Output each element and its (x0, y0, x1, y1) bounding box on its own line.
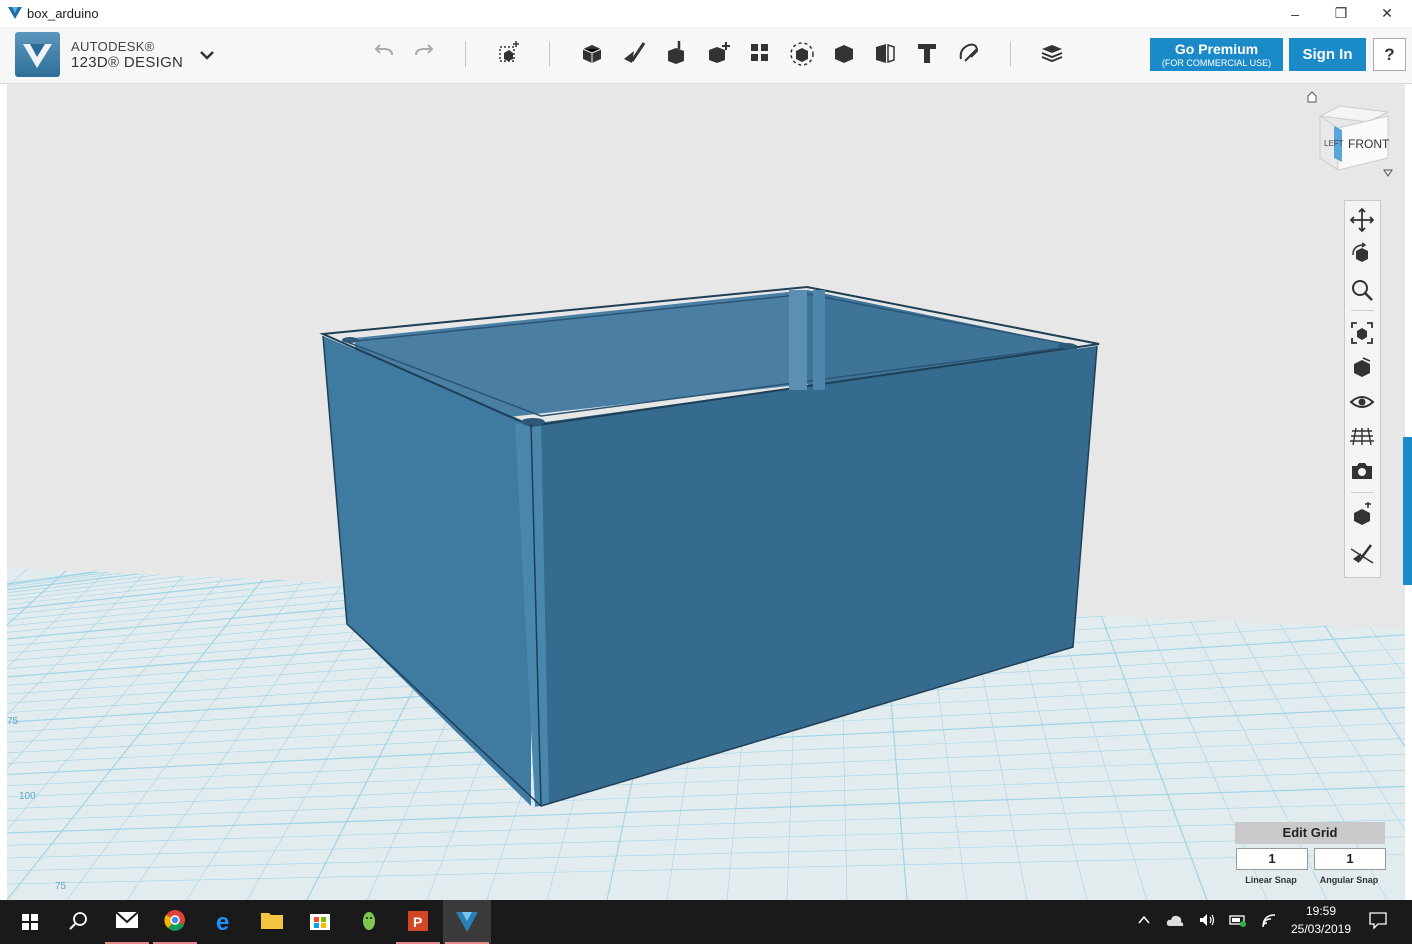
powerpoint-app[interactable]: P (394, 900, 442, 944)
cloud-icon[interactable] (1165, 912, 1185, 930)
window-title: box_arduino (27, 6, 99, 21)
windows-taskbar: e P 19:59 25/03/2019 (0, 900, 1412, 944)
title-bar: box_arduino – ❐ ✕ (0, 0, 1412, 27)
viewcube-front-label: FRONT (1348, 137, 1390, 151)
restore-button[interactable]: ❐ (1318, 0, 1364, 27)
grid-axis-label: 75 (7, 716, 19, 727)
material-toggle-icon[interactable] (1349, 501, 1375, 527)
go-premium-button[interactable]: Go Premium (FOR COMMERCIAL USE) (1150, 38, 1283, 71)
grid-axis-label: 100 (19, 791, 36, 802)
notification-icon[interactable] (1368, 910, 1388, 930)
new-primitive-icon[interactable] (495, 39, 523, 67)
clock-date[interactable]: 25/03/2019 (1288, 922, 1354, 936)
linear-snap-label: Linear Snap (1245, 875, 1297, 885)
volume-icon[interactable] (1197, 911, 1217, 929)
svg-text:P: P (413, 914, 422, 930)
battery-icon[interactable] (1228, 912, 1248, 928)
logo-icon (23, 44, 52, 68)
chrome-icon (164, 910, 185, 931)
modify-icon[interactable] (704, 39, 732, 67)
close-button[interactable]: ✕ (1364, 0, 1410, 27)
123d-design-icon (456, 912, 478, 932)
chevron-up-icon[interactable] (1136, 912, 1152, 928)
sign-in-button[interactable]: Sign In (1289, 38, 1366, 71)
toolbar-divider (1010, 41, 1011, 67)
primitives-icon[interactable] (578, 39, 606, 67)
angular-snap-input[interactable]: 1 (1314, 848, 1386, 870)
measure-icon[interactable] (870, 39, 898, 67)
viewcube-left-label: LEFT (1324, 139, 1344, 148)
store-icon[interactable] (296, 900, 344, 944)
orbit-icon[interactable] (1349, 241, 1375, 267)
premium-label: Go Premium (1174, 41, 1259, 57)
123d-design-app[interactable] (443, 900, 491, 944)
edit-grid-button[interactable]: Edit Grid (1235, 822, 1385, 844)
toolbar-divider (465, 41, 466, 67)
toolbar-divider (549, 41, 550, 67)
nav-divider (1351, 310, 1374, 311)
linear-snap-input[interactable]: 1 (1236, 848, 1308, 870)
nav-divider (1351, 492, 1374, 493)
side-panel-tab[interactable] (1403, 437, 1412, 585)
angular-snap-label: Angular Snap (1319, 875, 1379, 885)
view-icon[interactable] (1349, 354, 1375, 380)
svg-text:e: e (216, 909, 229, 936)
redo-icon[interactable] (410, 39, 438, 67)
chrome-app[interactable] (151, 900, 199, 944)
visibility-icon[interactable] (1349, 389, 1375, 415)
viewport-left-border (0, 84, 7, 900)
premium-sublabel: (FOR COMMERCIAL USE) (1161, 58, 1272, 68)
windows-start-icon[interactable] (6, 900, 54, 944)
view-cube[interactable]: LEFT FRONT (1300, 88, 1396, 184)
pan-icon[interactable] (1349, 207, 1375, 233)
snap-icon[interactable] (955, 39, 983, 67)
wifi-icon[interactable] (1259, 911, 1279, 929)
fit-icon[interactable] (1349, 320, 1375, 346)
sketch-icon[interactable] (620, 39, 648, 67)
material-icon[interactable] (1038, 39, 1066, 67)
grid-axis-label: 75 (55, 881, 67, 892)
app-logo-icon (8, 7, 22, 19)
mail-app[interactable] (103, 900, 151, 944)
zoom-icon[interactable] (1349, 277, 1375, 303)
minimize-button[interactable]: – (1272, 0, 1318, 27)
grid-icon[interactable] (1349, 423, 1375, 449)
construct-icon[interactable] (662, 39, 690, 67)
undo-icon[interactable] (370, 39, 398, 67)
app-menu-logo[interactable] (15, 32, 60, 77)
android-app-icon[interactable] (345, 900, 393, 944)
view-cube-graphic: LEFT FRONT (1307, 91, 1393, 177)
file-explorer-icon[interactable] (248, 900, 296, 944)
edge-icon[interactable]: e (199, 900, 247, 944)
powerpoint-icon: P (408, 911, 428, 931)
hide-sketch-icon[interactable] (1349, 541, 1375, 567)
main-toolbar: AUTODESK® 123D® DESIGN Go Premium (FOR C… (0, 27, 1412, 84)
search-icon[interactable] (54, 900, 102, 944)
pattern-icon[interactable] (746, 39, 774, 67)
combine-icon[interactable] (830, 39, 858, 67)
clock-time[interactable]: 19:59 (1288, 904, 1354, 918)
text-icon[interactable] (913, 39, 941, 67)
scene-canvas[interactable] (7, 84, 1405, 900)
3d-viewport[interactable]: 75 100 75 (7, 84, 1405, 900)
mail-icon (115, 911, 139, 928)
navigation-bar (1344, 200, 1381, 578)
help-button[interactable]: ? (1373, 38, 1406, 71)
chevron-down-icon[interactable] (198, 47, 216, 63)
group-icon[interactable] (788, 39, 816, 67)
brand-autodesk: AUTODESK® (71, 39, 155, 54)
brand-product: 123D® DESIGN (71, 54, 184, 71)
camera-icon[interactable] (1349, 458, 1375, 484)
